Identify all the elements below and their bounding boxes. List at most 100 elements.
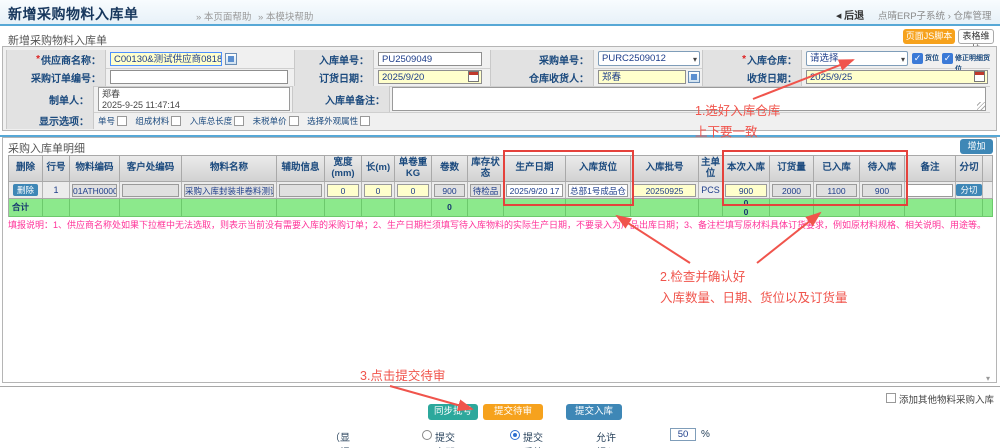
column-header: 备注 — [905, 156, 956, 181]
column-header — [983, 156, 993, 181]
calendar-icon[interactable] — [974, 71, 985, 82]
purchase-no-select[interactable]: PURC2509012▾ — [598, 51, 700, 66]
form-row-1: *供应商名称： C00130&测试供应商0818 入库单号： PU2509049… — [6, 50, 990, 69]
inbound-no-label: 入库单号： — [294, 50, 374, 68]
column-header: 入库批号 — [631, 156, 699, 181]
cell-batch-no-input[interactable]: 20250925 — [633, 184, 696, 197]
annotation-note2-line2: 入库数量、日期、货位以及订货量 — [660, 287, 848, 306]
column-header: 卷数 — [432, 156, 468, 181]
ratio-input[interactable] — [670, 428, 696, 441]
display-options-label: 显示选项： — [6, 112, 94, 129]
order-no-label: 采购订单编号： — [6, 68, 106, 86]
supplier-label: *供应商名称： — [6, 50, 106, 68]
supplier-input[interactable]: C00130&测试供应商0818 — [110, 52, 222, 66]
page-title: 新增采购物料入库单 — [8, 4, 139, 24]
page-help-link[interactable]: » 本页面帮助 — [196, 9, 251, 23]
module-help-link[interactable]: » 本模块帮助 — [258, 9, 313, 23]
cell-unit: PCS — [699, 182, 723, 198]
table-maintain-button[interactable]: 表格维护 — [958, 29, 994, 44]
radio-review-label: 提交后待审核） — [523, 429, 543, 448]
annotation-note1-line1: 1.选好入库仓库 — [695, 100, 780, 119]
slot-checkbox[interactable]: ✓ — [912, 53, 923, 64]
remark-textarea[interactable] — [392, 87, 986, 111]
radio-review-selected[interactable] — [510, 430, 520, 440]
cell-stock-status: 待检品 — [470, 184, 501, 197]
cell-rolls: 900 — [434, 184, 465, 197]
supplier-picker-icon[interactable] — [225, 53, 237, 65]
warehouse-select[interactable]: 请选择▾ — [806, 51, 908, 66]
add-row-button[interactable]: 增加 — [960, 139, 993, 154]
submit-inbound-button[interactable]: 提交入库 — [566, 404, 622, 420]
checkbox-icon[interactable] — [234, 116, 244, 126]
form-row-3: 制单人： 郑春 2025-9-25 11:47:14 入库单备注： — [6, 86, 990, 113]
column-header: 辅助信息 — [277, 156, 325, 181]
cell-roll-weight-input[interactable]: 0 — [397, 184, 429, 197]
back-icon: ◀ — [836, 13, 841, 20]
display-option-appearance: 选择外观属性 — [307, 116, 376, 126]
cell-line-no: 1 — [43, 182, 70, 198]
add-other-checkbox-label: 添加其他物料采购入库 — [899, 392, 994, 406]
breadcrumb-separator: › — [948, 11, 951, 22]
column-header: 长(m) — [362, 156, 395, 181]
display-option-length: 入库总长度 — [190, 116, 251, 126]
chevron-down-icon: ▾ — [693, 53, 697, 66]
sync-batch-button[interactable]: 同步批号 — [428, 404, 478, 420]
cell-remark-input[interactable] — [907, 184, 953, 197]
inbound-no-input[interactable]: PU2509049 — [378, 52, 482, 66]
fix-slot-checkbox[interactable]: ✓ — [942, 53, 953, 64]
order-no-input[interactable] — [110, 70, 288, 84]
breadcrumb: 点晴ERP子系统 › 仓库管理 — [878, 8, 992, 22]
page-js-script-button[interactable]: 页面JS脚本 — [903, 29, 955, 44]
slot-checkbox-label: 货位 — [925, 53, 939, 64]
receiver-picker-icon[interactable] — [688, 71, 700, 83]
back-label: 后退 — [844, 11, 864, 22]
receive-date-input[interactable]: 2025/9/25 — [806, 70, 988, 84]
delete-row-button[interactable]: 删除 — [13, 184, 38, 196]
calendar-icon[interactable] — [468, 71, 479, 82]
maker-time: 2025-9-25 11:47:14 — [102, 100, 286, 111]
resize-handle-icon[interactable] — [977, 102, 985, 110]
highlight-box-date-slot — [503, 150, 634, 206]
checkbox-icon[interactable] — [171, 116, 181, 126]
column-header: 分切 — [956, 156, 983, 181]
warehouse-label: *入库仓库： — [702, 50, 802, 68]
order-date-input[interactable]: 2025/9/20 — [378, 70, 482, 84]
radio-immediate-inbound[interactable] — [422, 430, 432, 440]
order-date-label: 订货日期： — [294, 68, 374, 86]
form-row-4: 显示选项： 单号 组成材料 入库总长度 未税单价 选择外观属性 — [6, 112, 990, 129]
receiver-input[interactable]: 郑春 — [598, 70, 686, 84]
cell-customer-code — [122, 184, 179, 197]
ratio-unit: % — [701, 429, 710, 440]
annotation-note2-line1: 2.检查并确认好 — [660, 266, 745, 285]
annotation-note3: 3.点击提交待审 — [360, 365, 445, 384]
breadcrumb-app[interactable]: 点晴ERP子系统 — [878, 11, 945, 22]
maker-value: 郑春 2025-9-25 11:47:14 — [98, 87, 290, 111]
cell-length-input[interactable]: 0 — [364, 184, 392, 197]
footer-divider — [0, 386, 1000, 387]
checkbox-icon[interactable] — [360, 116, 370, 126]
detail-section-title: 采购入库单明细 — [8, 140, 85, 156]
form-row-2: 采购订单编号： 订货日期： 2025/9/20 仓库收货人： 郑春 收货日期： … — [6, 68, 990, 87]
checkbox-icon[interactable] — [289, 116, 299, 126]
checkbox-icon[interactable] — [117, 116, 127, 126]
chevron-down-icon: ▾ — [901, 53, 905, 66]
radio-immediate-label: 提交立即入库、 — [435, 429, 455, 448]
scroll-down-icon[interactable]: ▾ — [986, 374, 990, 383]
split-row-button[interactable]: 分切 — [956, 184, 981, 196]
display-option-price: 未税单价 — [253, 116, 305, 126]
receive-date-label: 收货日期： — [702, 68, 802, 86]
instructions-text: 填报说明：1、供应商名称处如果下拉框中无法选取，则表示当前没有需要入库的采购订单… — [8, 218, 994, 231]
required-mark: * — [36, 54, 40, 65]
column-header: 删除 — [9, 156, 43, 181]
annotation-note1-line2: 上下要一致 — [695, 121, 758, 140]
back-link[interactable]: ◀ 后退 — [836, 7, 864, 22]
cell-width-input[interactable]: 0 — [327, 184, 359, 197]
column-header: 单卷重KG — [395, 156, 432, 181]
submit-review-button[interactable]: 提交待审 — [483, 404, 543, 420]
add-other-checkbox[interactable] — [886, 393, 896, 403]
display-option-danhao: 单号 — [98, 116, 133, 126]
column-header: 宽度(mm) — [325, 156, 362, 181]
total-rolls: 0 — [432, 199, 468, 216]
cell-aux-info — [279, 184, 322, 197]
breadcrumb-section[interactable]: 仓库管理 — [954, 11, 992, 22]
